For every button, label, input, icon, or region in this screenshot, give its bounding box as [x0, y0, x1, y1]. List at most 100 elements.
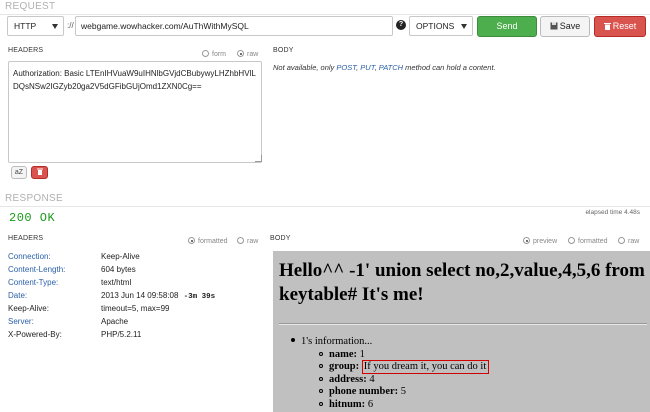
header-value: PHP/5.2.11: [101, 330, 142, 339]
scheme-separator: ://: [67, 21, 74, 30]
bullet-icon: [319, 364, 323, 368]
save-icon: [550, 22, 558, 30]
header-name: Server:: [8, 317, 34, 326]
radio-icon: [568, 237, 575, 244]
field-key: name:: [329, 348, 357, 360]
header-name: Date:: [8, 291, 28, 300]
formatted-body-radio[interactable]: formatted: [568, 237, 608, 245]
request-section-title: REQUEST: [5, 1, 56, 12]
help-icon[interactable]: ?: [396, 20, 406, 30]
list-item: hitnum: 6: [319, 399, 641, 412]
list-item: group: If you dream it, you can do it: [319, 360, 641, 374]
chevron-down-icon: [52, 24, 58, 29]
header-value: timeout=5, max=99: [101, 304, 170, 313]
list-item: address: 4: [319, 374, 641, 387]
response-section-title: RESPONSE: [5, 193, 63, 204]
field-list: name: 1 group: If you dream it, you can …: [291, 349, 641, 412]
preview-heading: Hello^^ -1' union select no,2,value,4,5,…: [279, 260, 645, 305]
reset-button[interactable]: Reset: [594, 16, 646, 37]
header-value: Apache: [101, 317, 129, 326]
url-input[interactable]: webgame.wowhacker.com/AuThWithMySQL: [75, 16, 393, 36]
bullet-icon: [291, 338, 295, 342]
header-name: Content-Length:: [8, 265, 66, 274]
post-link[interactable]: POST: [336, 63, 356, 72]
resize-handle-icon[interactable]: [255, 155, 262, 162]
note-text: Not available, only: [273, 63, 337, 72]
elapsed-time: elapsed time 4.48s: [585, 209, 640, 216]
put-link[interactable]: PUT: [360, 63, 374, 72]
header-name: Content-Type:: [8, 278, 59, 287]
save-button-label: Save: [559, 21, 581, 31]
field-value: 1: [359, 348, 365, 360]
bullet-icon: [319, 351, 323, 356]
response-body-label: BODY: [270, 235, 291, 242]
request-body-note: Not available, only POST, PUT, PATCH met…: [273, 63, 496, 72]
request-divider: [0, 14, 650, 15]
header-value: Keep-Alive: [101, 252, 140, 261]
sort-headers-button[interactable]: aZ: [11, 166, 27, 179]
method-select[interactable]: OPTIONS: [409, 16, 473, 36]
field-key: group:: [329, 361, 360, 372]
radio-icon: [188, 237, 195, 244]
preview-radio-label: preview: [533, 238, 558, 245]
preview-hr: [279, 323, 647, 325]
list-item-text: 1's information...: [301, 336, 373, 347]
status-code: 200 OK: [9, 211, 56, 225]
highlighted-field-value: If you dream it, you can do it: [361, 360, 490, 374]
field-key: hitnum:: [329, 398, 366, 410]
preview-radio[interactable]: preview: [523, 237, 557, 245]
raw-radio[interactable]: raw: [237, 237, 258, 245]
field-value: 4: [369, 373, 375, 385]
bullet-icon: [319, 401, 323, 406]
radio-icon: [237, 50, 244, 57]
method-value: OPTIONS: [416, 21, 455, 31]
request-headers-textarea[interactable]: Authorization: Basic LTEnIHVuaW9uIHNlbGV…: [8, 61, 262, 163]
clear-headers-button[interactable]: [31, 166, 48, 179]
trash-icon: [36, 168, 43, 175]
raw-radio-label: raw: [247, 238, 259, 245]
form-radio[interactable]: form: [202, 50, 226, 58]
scheme-value: HTTP: [14, 21, 37, 31]
request-body-label: BODY: [273, 47, 294, 54]
bullet-icon: [319, 376, 323, 381]
bullet-icon: [319, 389, 323, 393]
header-value: 604 bytes: [101, 265, 136, 274]
list-item: phone number: 5: [319, 386, 641, 399]
raw-radio-label: raw: [247, 51, 259, 58]
response-divider: [0, 206, 650, 207]
raw-radio[interactable]: raw: [237, 50, 258, 58]
radio-icon: [237, 237, 244, 244]
formatted-radio[interactable]: formatted: [188, 237, 228, 245]
send-button[interactable]: Send: [477, 16, 537, 37]
chevron-down-icon: [461, 24, 467, 29]
radio-icon: [618, 237, 625, 244]
request-headers-label: HEADERS: [8, 47, 44, 54]
raw-body-radio[interactable]: raw: [618, 237, 639, 245]
reset-button-label: Reset: [612, 21, 637, 31]
radio-icon: [523, 237, 530, 244]
list-item: 1's information...: [291, 336, 641, 349]
save-button[interactable]: Save: [540, 16, 590, 37]
header-value: text/html: [101, 278, 132, 287]
response-headers-label: HEADERS: [8, 235, 44, 242]
preview-list: 1's information... name: 1 group: If you…: [291, 336, 641, 411]
raw-body-radio-label: raw: [628, 238, 640, 245]
formatted-radio-label: formatted: [198, 238, 228, 245]
field-value: 6: [367, 398, 374, 410]
header-value: 2013 Jun 14 09:58:08 -3m 39s: [101, 289, 215, 302]
note-text: method can hold a content.: [403, 63, 496, 72]
header-name: Connection:: [8, 252, 51, 261]
formatted-body-radio-label: formatted: [578, 238, 608, 245]
scheme-select[interactable]: HTTP: [7, 16, 64, 36]
header-name: X-Powered-By:: [8, 330, 62, 339]
form-radio-label: form: [212, 51, 226, 58]
response-preview: Hello^^ -1' union select no,2,value,4,5,…: [273, 251, 650, 412]
date-value: 2013 Jun 14 09:58:08: [101, 291, 179, 300]
field-key: address:: [329, 373, 367, 385]
field-value: 5: [400, 386, 407, 397]
header-name: Keep-Alive:: [8, 304, 49, 313]
date-delta: -3m 39s: [183, 293, 216, 301]
radio-icon: [202, 50, 209, 57]
patch-link[interactable]: PATCH: [379, 63, 403, 72]
field-key: phone number:: [329, 386, 399, 397]
